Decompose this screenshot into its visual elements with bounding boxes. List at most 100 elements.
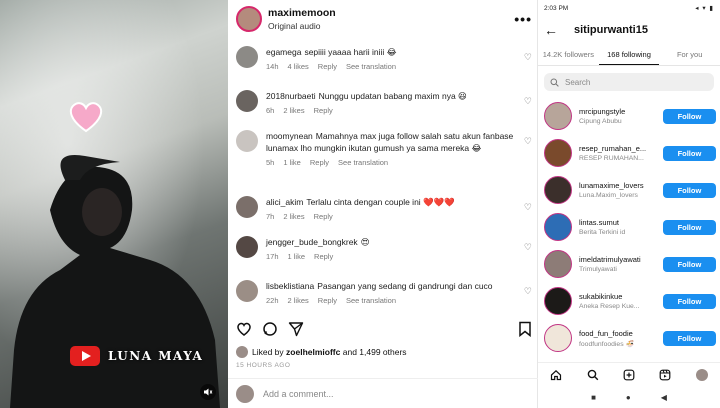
comment-like-icon[interactable]: ♡ <box>524 202 532 213</box>
reel-video[interactable]: LUNA MAYA <box>0 0 228 408</box>
tab-following[interactable]: 168 following <box>598 44 660 65</box>
comment-message: Nunggu updatan babang maxim nya 😆 <box>318 91 467 101</box>
following-panel: 2:03 PM ◂ ▾ ▮ ← sitipurwanti15 14.2K fol… <box>538 0 720 408</box>
following-avatar[interactable] <box>544 250 572 278</box>
following-avatar[interactable] <box>544 102 572 130</box>
following-avatar[interactable] <box>544 287 572 315</box>
comment-avatar[interactable] <box>236 130 258 152</box>
comment-username[interactable]: lisbeklistiana <box>266 281 314 291</box>
comment-avatar[interactable] <box>236 90 258 112</box>
following-avatar[interactable] <box>544 176 572 204</box>
search-input[interactable]: Search <box>544 73 714 91</box>
audio-label[interactable]: Original audio <box>268 21 336 31</box>
post-author-username[interactable]: maximemoon <box>268 7 336 19</box>
comment-like-icon[interactable]: ♡ <box>524 136 532 147</box>
liked-by-suffix[interactable]: and 1,499 others <box>343 347 407 357</box>
comment-bubble-icon[interactable] <box>262 321 278 337</box>
tab-for-you[interactable]: For you <box>659 44 720 65</box>
add-comment-bar[interactable]: Add a comment... <box>228 378 538 408</box>
following-row[interactable]: mrcipungstyle Cipung Abubu Follow <box>544 99 716 133</box>
bookmark-icon[interactable] <box>518 321 532 337</box>
comment-likes[interactable]: 1 like <box>288 252 306 261</box>
follow-button[interactable]: Follow <box>662 182 716 198</box>
home-button[interactable]: ● <box>626 393 631 402</box>
comment-likes[interactable]: 2 likes <box>283 212 304 221</box>
comment-avatar[interactable] <box>236 280 258 302</box>
following-username[interactable]: resep_rumahan_e... <box>579 144 663 153</box>
liked-by-user[interactable]: zoelhelmioffc <box>286 347 340 357</box>
follow-button[interactable]: Follow <box>662 293 716 309</box>
liked-by-summary[interactable]: Liked by zoelhelmioffc and 1,499 others <box>236 346 407 358</box>
comment-like-icon[interactable]: ♡ <box>524 286 532 297</box>
following-row[interactable]: imeldatrimulyawati Trimulyawati Follow <box>544 247 716 281</box>
back-arrow-icon[interactable]: ← <box>544 22 558 38</box>
following-username[interactable]: mrcipungstyle <box>579 107 663 116</box>
search-nav-icon[interactable] <box>587 369 599 381</box>
create-post-icon[interactable] <box>623 369 635 381</box>
comment-like-icon[interactable]: ♡ <box>524 242 532 253</box>
comment-username[interactable]: alici_akim <box>266 197 303 207</box>
comment-avatar[interactable] <box>236 236 258 258</box>
share-send-icon[interactable] <box>288 321 304 337</box>
person-silhouette <box>10 155 220 408</box>
following-username[interactable]: food_fun_foodie <box>579 329 663 338</box>
more-options-icon[interactable]: ••• <box>514 11 532 27</box>
comment-likes[interactable]: 4 likes <box>288 62 309 71</box>
following-username[interactable]: lintas.sumut <box>579 218 663 227</box>
follow-button[interactable]: Follow <box>662 219 716 235</box>
youtube-logo-icon <box>70 346 100 366</box>
comment-like-icon[interactable]: ♡ <box>524 52 532 63</box>
following-row[interactable]: sukabikinkue Aneka Resep Kue... Follow <box>544 284 716 318</box>
comment-reply-button[interactable]: Reply <box>314 106 333 115</box>
comment-like-icon[interactable]: ♡ <box>524 96 532 107</box>
comment-avatar[interactable] <box>236 46 258 68</box>
profile-tab-avatar[interactable] <box>695 368 708 381</box>
following-avatar[interactable] <box>544 324 572 352</box>
comment-likes[interactable]: 2 likes <box>283 106 304 115</box>
recent-apps-button[interactable]: ■ <box>591 393 596 402</box>
following-avatar[interactable] <box>544 213 572 241</box>
see-translation-link[interactable]: See translation <box>338 158 388 167</box>
comment-reply-button[interactable]: Reply <box>318 296 337 305</box>
home-icon[interactable] <box>550 369 562 381</box>
post-author-avatar[interactable] <box>236 6 262 32</box>
like-heart-icon[interactable] <box>236 321 252 337</box>
comment-username[interactable]: jengger_bude_bongkrek <box>266 237 358 247</box>
comment-message: sepiiii yaaaa harii iniii 😂 <box>304 47 397 57</box>
following-username[interactable]: imeldatrimulyawati <box>579 255 663 264</box>
comment-username[interactable]: moomynean <box>266 131 313 141</box>
comment-message: Pasangan yang sedang di gandrungi dan cu… <box>317 281 493 291</box>
follow-button[interactable]: Follow <box>662 108 716 124</box>
comment-likes[interactable]: 2 likes <box>288 296 309 305</box>
back-button[interactable]: ◀ <box>661 393 667 402</box>
following-avatar[interactable] <box>544 139 572 167</box>
see-translation-link[interactable]: See translation <box>346 62 396 71</box>
add-comment-input[interactable]: Add a comment... <box>263 389 334 399</box>
following-row[interactable]: food_fun_foodie foodfunfoodies 🍜 Follow <box>544 321 716 355</box>
following-fullname: RESEP RUMAHAN... <box>579 155 644 162</box>
follow-button[interactable]: Follow <box>662 256 716 272</box>
following-row[interactable]: lunamaxime_lovers Luna.Maxim_lovers Follow <box>544 173 716 207</box>
comment-reply-button[interactable]: Reply <box>314 212 333 221</box>
status-bar: 2:03 PM ◂ ▾ ▮ <box>538 0 720 16</box>
follow-button[interactable]: Follow <box>662 330 716 346</box>
following-username[interactable]: sukabikinkue <box>579 292 663 301</box>
comment-reply-button[interactable]: Reply <box>318 62 337 71</box>
mute-button[interactable] <box>200 384 216 400</box>
tab-followers[interactable]: 14.2K followers <box>538 44 599 65</box>
following-row[interactable]: lintas.sumut Berita Terkini id Follow <box>544 210 716 244</box>
follow-button[interactable]: Follow <box>662 145 716 161</box>
comment-reply-button[interactable]: Reply <box>314 252 333 261</box>
reels-icon[interactable] <box>659 369 671 381</box>
heart-sticker-icon <box>69 102 103 133</box>
comment-row: moomynean Mamahnya max juga follow salah … <box>236 130 532 167</box>
comment-likes[interactable]: 1 like <box>283 158 301 167</box>
comment-reply-button[interactable]: Reply <box>310 158 329 167</box>
comment-username[interactable]: 2018nurbaeti <box>266 91 316 101</box>
see-translation-link[interactable]: See translation <box>346 296 396 305</box>
comment-username[interactable]: egamega <box>266 47 301 57</box>
following-row[interactable]: resep_rumahan_e... RESEP RUMAHAN... Follow <box>544 136 716 170</box>
comment-avatar[interactable] <box>236 196 258 218</box>
following-username[interactable]: lunamaxime_lovers <box>579 181 663 190</box>
comment-time: 14h <box>266 62 279 71</box>
